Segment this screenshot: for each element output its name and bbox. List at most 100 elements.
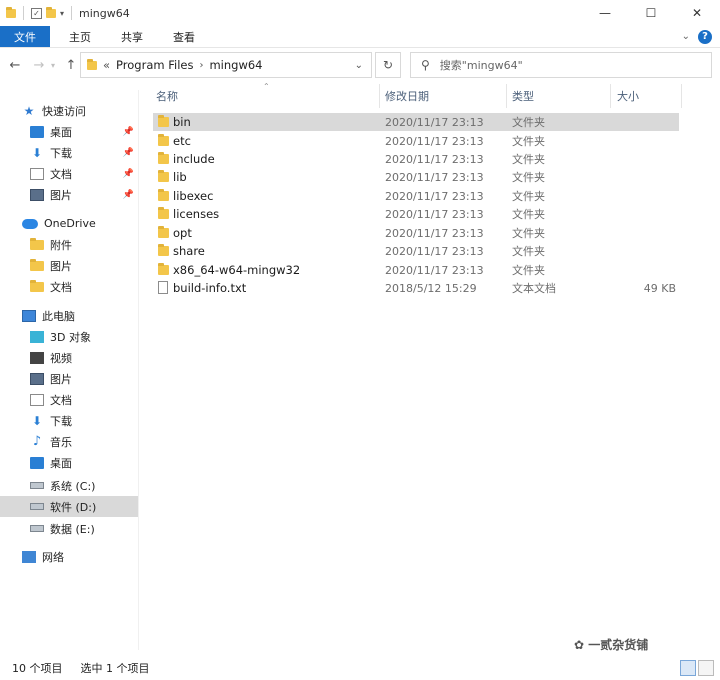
- column-header-date[interactable]: 修改日期: [385, 84, 429, 108]
- tab-view[interactable]: 查看: [158, 26, 210, 47]
- column-header-name[interactable]: 名称: [156, 84, 178, 108]
- column-divider[interactable]: [610, 84, 611, 108]
- sidebar-item-videos[interactable]: 视频: [0, 347, 138, 368]
- properties-check-icon[interactable]: ✓: [31, 7, 42, 19]
- column-divider[interactable]: [506, 84, 507, 108]
- forward-arrow-icon[interactable]: →: [30, 58, 48, 73]
- file-row-x86-64-w64-mingw32[interactable]: x86_64-w64-mingw32 2020/11/17 23:13 文件夹: [153, 261, 679, 279]
- recent-locations-icon[interactable]: ▾: [48, 61, 58, 70]
- folder-icon: [30, 279, 44, 292]
- file-date: 2020/11/17 23:13: [385, 263, 484, 277]
- sidebar-item-label: 3D 对象: [50, 330, 91, 344]
- sidebar-item-3d-objects[interactable]: 3D 对象: [0, 326, 138, 347]
- column-divider[interactable]: [379, 84, 380, 108]
- chevron-right-icon[interactable]: ›: [199, 60, 203, 71]
- sidebar-item-pc-documents[interactable]: 文档: [0, 389, 138, 410]
- tab-share[interactable]: 共享: [106, 26, 158, 47]
- pin-icon[interactable]: 📌: [123, 190, 134, 200]
- sidebar-item-label: 文档: [50, 393, 72, 407]
- tab-home[interactable]: 主页: [54, 26, 106, 47]
- search-input[interactable]: ⚲ 搜索"mingw64": [410, 52, 712, 78]
- close-button[interactable]: ✕: [674, 0, 720, 26]
- breadcrumb-program-files[interactable]: Program Files: [116, 58, 193, 72]
- back-arrow-icon[interactable]: ←: [6, 58, 24, 73]
- sidebar-item-drive-c[interactable]: 系统 (C:): [0, 475, 138, 496]
- picture-icon: [30, 188, 44, 201]
- text-file-icon: [158, 281, 168, 294]
- file-row-lib[interactable]: lib 2020/11/17 23:13 文件夹: [153, 168, 679, 186]
- file-name: share: [173, 244, 205, 258]
- pane-divider[interactable]: [138, 90, 139, 650]
- folder-icon: [158, 207, 169, 219]
- maximize-button[interactable]: ☐: [628, 0, 674, 26]
- folder-icon: [158, 115, 169, 127]
- file-date: 2020/11/17 23:13: [385, 226, 484, 240]
- file-date: 2018/5/12 15:29: [385, 281, 477, 295]
- sidebar-item-attachments[interactable]: 附件: [0, 234, 138, 255]
- sidebar-item-desktop[interactable]: 桌面 📌: [0, 121, 138, 142]
- sidebar-item-drive-d[interactable]: 软件 (D:): [0, 496, 138, 517]
- help-icon[interactable]: ?: [698, 29, 712, 44]
- sidebar-item-label: 下载: [50, 414, 72, 428]
- file-type: 文件夹: [512, 190, 545, 203]
- sidebar-item-network[interactable]: 网络: [0, 546, 138, 567]
- file-row-share[interactable]: share 2020/11/17 23:13 文件夹: [153, 242, 679, 260]
- sidebar-item-onedrive-documents[interactable]: 文档: [0, 276, 138, 297]
- address-bar[interactable]: « Program Files › mingw64 ⌄: [80, 52, 372, 78]
- sidebar-item-this-pc[interactable]: 此电脑: [0, 305, 138, 326]
- file-row-include[interactable]: include 2020/11/17 23:13 文件夹: [153, 150, 679, 168]
- customize-dropdown-icon[interactable]: ▾: [60, 9, 64, 18]
- pin-icon[interactable]: 📌: [123, 148, 134, 158]
- file-row-opt[interactable]: opt 2020/11/17 23:13 文件夹: [153, 224, 679, 242]
- details-view-icon[interactable]: [680, 660, 696, 676]
- file-row-etc[interactable]: etc 2020/11/17 23:13 文件夹: [153, 132, 679, 150]
- tab-file[interactable]: 文件: [0, 26, 50, 47]
- file-name: libexec: [173, 189, 214, 203]
- file-row-build-info[interactable]: build-info.txt 2018/5/12 15:29 文本文档 49 K…: [153, 279, 679, 297]
- watermark: ✿ 一贰杂货铺: [574, 636, 648, 653]
- file-name: lib: [173, 170, 187, 184]
- pin-icon[interactable]: 📌: [123, 169, 134, 179]
- file-type: 文件夹: [512, 153, 545, 166]
- file-date: 2020/11/17 23:13: [385, 115, 484, 129]
- drive-icon: [30, 525, 44, 532]
- sidebar-item-pc-pictures[interactable]: 图片: [0, 368, 138, 389]
- file-row-libexec[interactable]: libexec 2020/11/17 23:13 文件夹: [153, 187, 679, 205]
- sidebar-item-onedrive-pictures[interactable]: 图片: [0, 255, 138, 276]
- sidebar-item-quick-access[interactable]: ★ 快速访问: [0, 100, 138, 121]
- sidebar-item-pc-downloads[interactable]: ⬇ 下载: [0, 410, 138, 431]
- sidebar-item-downloads[interactable]: ⬇ 下载 📌: [0, 142, 138, 163]
- divider: [23, 6, 24, 20]
- breadcrumb-overflow[interactable]: «: [103, 58, 110, 72]
- sidebar-item-music[interactable]: ♪ 音乐: [0, 431, 138, 452]
- folder-icon: [158, 244, 169, 256]
- column-header-size[interactable]: 大小: [617, 84, 639, 108]
- sidebar-item-documents[interactable]: 文档 📌: [0, 163, 138, 184]
- minimize-button[interactable]: —: [582, 0, 628, 26]
- window-title: mingw64: [79, 6, 130, 20]
- folder-icon: [158, 189, 169, 201]
- file-type: 文件夹: [512, 135, 545, 148]
- chevron-down-icon[interactable]: ⌄: [355, 60, 363, 71]
- file-row-bin[interactable]: bin 2020/11/17 23:13 文件夹: [153, 113, 679, 131]
- sidebar-item-pictures[interactable]: 图片 📌: [0, 184, 138, 205]
- file-date: 2020/11/17 23:13: [385, 170, 484, 184]
- file-type: 文件夹: [512, 245, 545, 258]
- column-divider[interactable]: [681, 84, 682, 108]
- breadcrumb-mingw64[interactable]: mingw64: [209, 58, 262, 72]
- sidebar-item-label: 图片: [50, 188, 72, 202]
- folder-icon: [158, 152, 169, 164]
- sidebar-item-drive-e[interactable]: 数据 (E:): [0, 518, 138, 539]
- file-row-licenses[interactable]: licenses 2020/11/17 23:13 文件夹: [153, 205, 679, 223]
- expand-ribbon-icon[interactable]: ⌄: [682, 31, 690, 42]
- large-icons-view-icon[interactable]: [698, 660, 714, 676]
- refresh-button[interactable]: ↻: [375, 52, 401, 78]
- sidebar-item-onedrive[interactable]: OneDrive: [0, 213, 138, 234]
- pin-icon[interactable]: 📌: [123, 127, 134, 137]
- folder-icon: [30, 237, 44, 250]
- new-folder-icon[interactable]: [46, 6, 56, 18]
- up-arrow-icon[interactable]: ↑: [62, 58, 80, 73]
- column-header-type[interactable]: 类型: [512, 84, 534, 108]
- sidebar-item-pc-desktop[interactable]: 桌面: [0, 452, 138, 473]
- folder-icon: [30, 258, 44, 271]
